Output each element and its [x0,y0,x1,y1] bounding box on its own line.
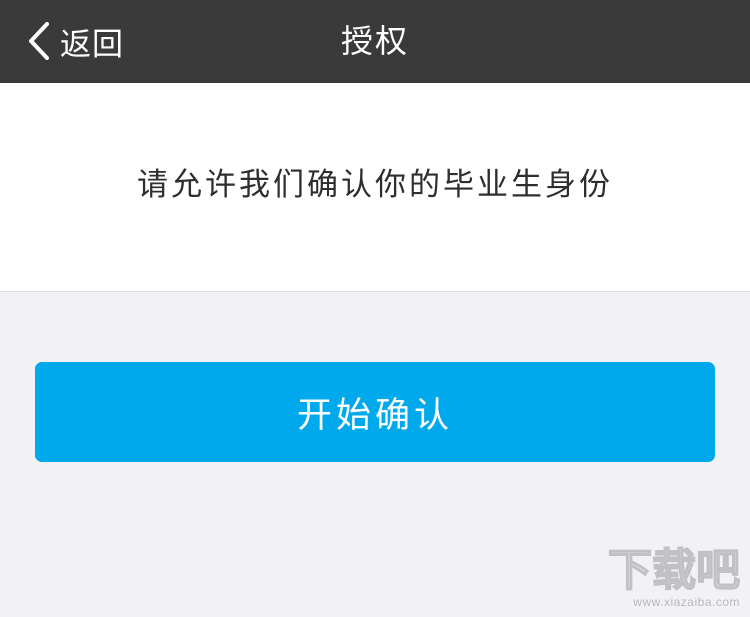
start-confirm-button[interactable]: 开始确认 [35,362,715,462]
svg-text:下载吧: 下载吧 [608,545,740,593]
page-title: 授权 [340,22,409,60]
message-panel: 请允许我们确认你的毕业生身份 [0,83,750,292]
navigation-bar: 返回 授权 [0,0,750,83]
watermark: 下载吧 www.xiazaiba.com [606,541,742,609]
watermark-url: www.xiazaiba.com [633,595,740,609]
authorization-message: 请允许我们确认你的毕业生身份 [137,167,613,203]
watermark-logo: 下载吧 [607,544,741,593]
